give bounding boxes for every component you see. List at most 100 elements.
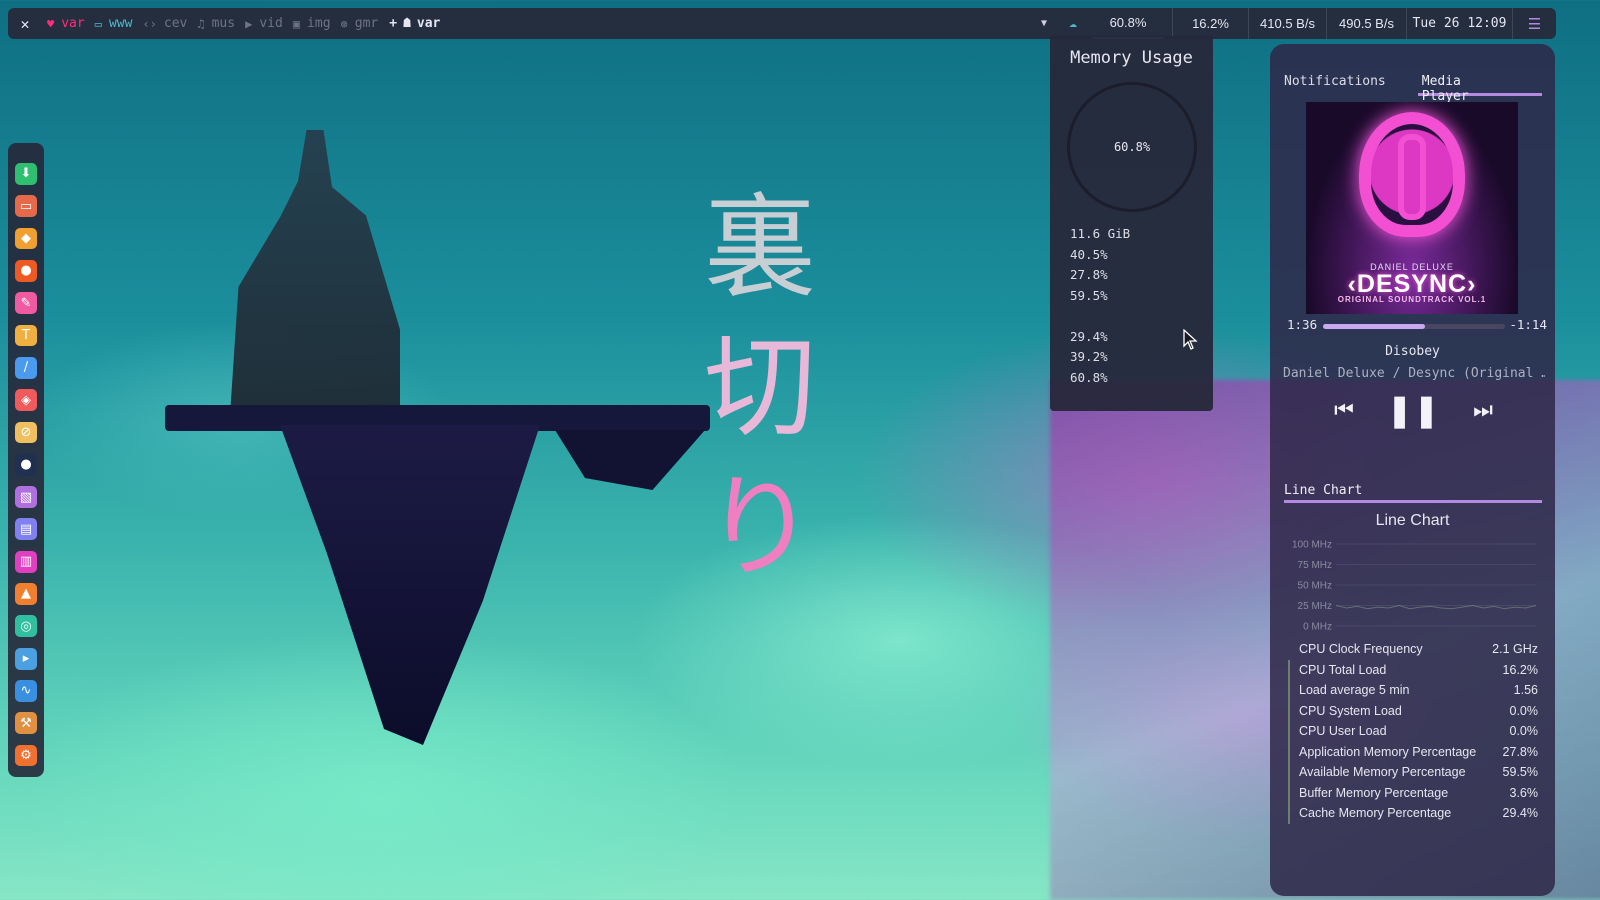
sensor-label: Load average 5 min <box>1299 683 1410 697</box>
brush-icon[interactable]: / <box>15 356 37 379</box>
sensor-value: 1.56 <box>1513 683 1538 697</box>
cloud-icon[interactable]: ☁ <box>1062 16 1084 31</box>
net-up-widget[interactable]: 490.5 B/s <box>1326 8 1406 39</box>
hammer-icon[interactable]: ⚒ <box>15 712 37 735</box>
workspace-vid[interactable]: ▶ vid <box>240 16 288 31</box>
download-icon[interactable]: ⬇ <box>15 163 37 185</box>
memory-gauge-value: 60.8% <box>1113 140 1151 154</box>
track-artist: Daniel Deluxe / Desync (Original … <box>1283 366 1545 381</box>
sensor-value: 0.0% <box>1509 724 1539 738</box>
remaining-time: -1:14 <box>1509 317 1547 332</box>
video-icon: ▶ <box>245 16 253 31</box>
ghost-icon: ☗ <box>403 16 411 31</box>
brave-icon[interactable]: ◆ <box>15 227 37 250</box>
workspace-label: www <box>108 16 133 31</box>
play-pause-button[interactable]: ❚❚ <box>1386 390 1440 430</box>
music-icon: ♫ <box>197 16 205 31</box>
kanji-char: 裏 <box>704 183 816 313</box>
clock[interactable]: Tue 26 12:09 <box>1406 8 1512 39</box>
workspace-gmr[interactable]: ⊛ gmr <box>336 16 384 31</box>
globe-icon[interactable]: ◎ <box>15 615 37 638</box>
camera-icon[interactable]: ▤ <box>15 518 37 541</box>
progress-bar[interactable] <box>1323 324 1505 329</box>
sensor-row: CPU Total Load 16.2% <box>1288 659 1538 680</box>
sensor-label: CPU Clock Frequency <box>1299 642 1423 656</box>
mouse-cursor-icon <box>1183 329 1198 350</box>
heart-icon: ♥ <box>47 16 55 31</box>
sensor-label: CPU User Load <box>1299 724 1387 738</box>
workspace-label: vid <box>259 16 283 31</box>
album-art: DANIEL DELUXE ‹DESYNC› ORIGINAL SOUNDTRA… <box>1306 102 1518 314</box>
tool-icon[interactable]: ⊘ <box>15 421 37 444</box>
wallpaper-island-right <box>555 430 705 490</box>
memory-popup-title: Memory Usage <box>1070 48 1193 68</box>
skip-back-icon: ⏮ <box>1334 397 1354 423</box>
chart-y-tick-label: 75 MHz <box>1298 560 1332 571</box>
workspace-mus[interactable]: ♫ mus <box>192 16 240 31</box>
settings-icon[interactable]: ⚙ <box>15 744 37 767</box>
memory-value: 11.6 GiB <box>1070 226 1131 241</box>
git-icon[interactable]: ◈ <box>15 389 37 411</box>
memory-widget[interactable]: 60.8% <box>1092 8 1164 39</box>
right-sidebar: Notifications Media Player DANIEL DELUXE… <box>1270 44 1555 896</box>
net-down-widget[interactable]: 410.5 B/s <box>1248 8 1326 39</box>
workspace-www[interactable]: ▭ www <box>90 16 138 31</box>
pause-icon: ❚❚ <box>1386 391 1440 429</box>
line-chart: 100 MHz 75 MHz 50 MHz 25 MHz 0 MHz <box>1292 540 1537 633</box>
vlc-icon[interactable]: ▲ <box>15 583 37 605</box>
sensor-value: 0.0% <box>1509 703 1539 718</box>
workspace-label: img <box>307 16 331 31</box>
next-track-button[interactable]: ⏭ <box>1463 390 1503 430</box>
workspace-cev[interactable]: ‹› cev <box>137 16 192 31</box>
workspace-label: mus <box>211 16 236 31</box>
album-logo-bar <box>1398 134 1426 220</box>
sensor-value: 59.5% <box>1502 765 1538 779</box>
window-icon: ▭ <box>94 16 102 31</box>
sensor-label: CPU Total Load <box>1299 662 1387 677</box>
memory-value: 59.5% <box>1070 287 1108 303</box>
sensor-row: CPU System Load 0.0% <box>1288 700 1539 721</box>
wallpaper-tower <box>230 130 400 415</box>
progress-fill <box>1323 324 1425 329</box>
media-controls: ⏮ ❚❚ ⏭ <box>1270 390 1555 430</box>
code-icon: ‹› <box>142 16 157 31</box>
chart-y-tick-label: 100 MHz <box>1292 540 1332 551</box>
layout-indicator[interactable]: + ☗ var <box>383 16 440 31</box>
mixer-icon[interactable]: ▥ <box>15 550 37 573</box>
cpu-widget[interactable]: 16.2% <box>1172 8 1248 39</box>
sensor-row: Cache Memory Percentage 29.4% <box>1288 803 1538 824</box>
tab-media-player[interactable]: Media Player <box>1417 74 1542 104</box>
workspace-var[interactable]: ♥ var <box>42 16 90 31</box>
chevron-down-icon[interactable]: ▼ <box>1034 18 1054 29</box>
chart-y-tick-label: 25 MHz <box>1298 601 1332 612</box>
image-viewer-icon[interactable]: ▧ <box>15 486 37 508</box>
launcher-icon[interactable]: ✕ <box>8 15 42 33</box>
workspace-label: cev <box>163 16 188 31</box>
app-dock: ⬇ ▭ ◆ ● ✎ T / ◈ ⊘ ● ▧ ▤ ▥ ▲ ◎ ▸ ∿ ⚒ ⚙ <box>8 143 44 777</box>
layout-label: var <box>416 16 441 31</box>
sidebar-toggle-icon[interactable]: ☰ <box>1512 8 1556 39</box>
firefox-icon[interactable]: ● <box>15 259 37 282</box>
tab-line-chart[interactable]: Line Chart <box>1284 483 1542 503</box>
sensor-label: Application Memory Percentage <box>1299 744 1477 759</box>
sidebar-tabs: Notifications Media Player <box>1284 74 1542 104</box>
folder-icon[interactable]: ▭ <box>15 195 37 218</box>
wallpaper-kanji: 裏 切 り <box>700 178 820 598</box>
text-icon[interactable]: T <box>15 324 37 347</box>
circle-app-icon[interactable]: ● <box>15 453 37 476</box>
elapsed-time: 1:36 <box>1287 317 1318 332</box>
terminal-icon[interactable]: ▸ <box>15 647 37 670</box>
sensor-row: Buffer Memory Percentage 3.6% <box>1288 782 1538 803</box>
workspace-img[interactable]: ▣ img <box>288 16 336 31</box>
chart-y-tick-label: 50 MHz <box>1298 581 1332 592</box>
sensor-label: Buffer Memory Percentage <box>1299 785 1449 800</box>
workspace-label: gmr <box>354 16 379 31</box>
tab-notifications[interactable]: Notifications <box>1284 74 1418 96</box>
editor-icon[interactable]: ✎ <box>15 292 37 315</box>
memory-values: 11.6 GiB 40.5% 27.8% 59.5% 29.4% 39.2% 6… <box>1070 224 1130 388</box>
monitor-icon[interactable]: ∿ <box>15 680 37 702</box>
previous-track-button[interactable]: ⏮ <box>1324 390 1364 430</box>
sensor-label: Cache Memory Percentage <box>1299 806 1452 820</box>
sensor-value: 29.4% <box>1502 806 1538 820</box>
layout-plus-icon: + <box>389 16 398 31</box>
